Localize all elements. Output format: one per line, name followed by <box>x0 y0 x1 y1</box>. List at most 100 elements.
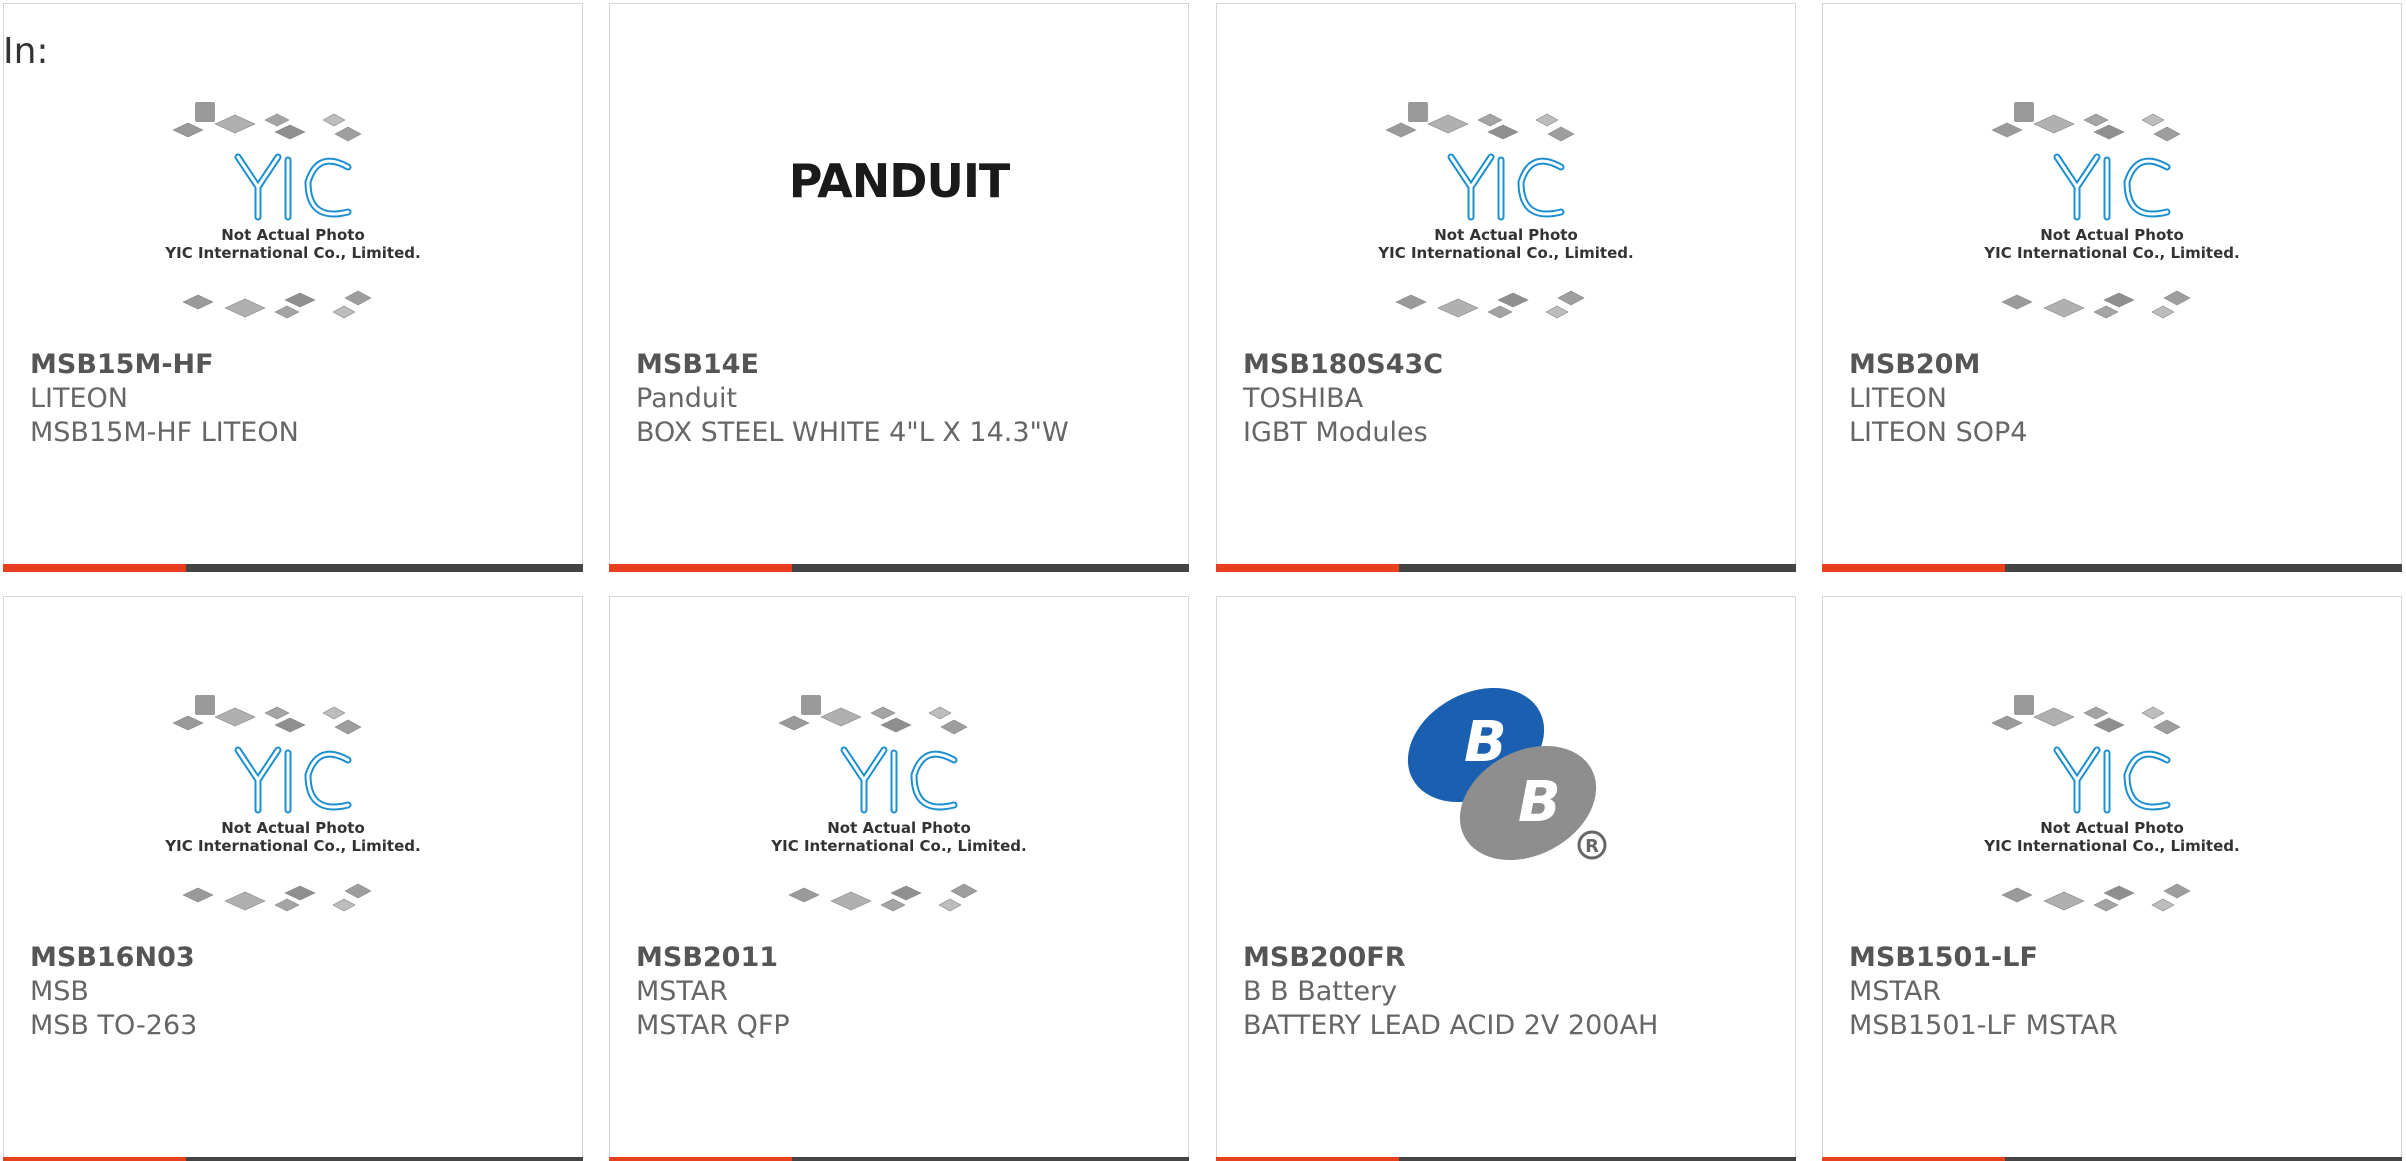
chip-cluster-top <box>172 695 362 735</box>
card-bottom-bar <box>609 564 1189 572</box>
product-image[interactable]: PANDUIT <box>610 62 1188 342</box>
yic-logo-icon <box>840 746 958 814</box>
product-info: MSB16N03 MSB MSB TO-263 <box>30 941 562 1043</box>
part-number-link[interactable]: MSB180S43C <box>1243 348 1775 382</box>
card-bottom-bar <box>609 1157 1189 1161</box>
svg-text:B: B <box>1518 770 1561 835</box>
description: MSTAR QFP <box>636 1010 790 1041</box>
product-info: MSB20M LITEON LITEON SOP4 <box>1849 348 2381 450</box>
description: IGBT Modules <box>1243 417 1428 448</box>
product-card[interactable]: Not Actual Photo YIC International Co., L… <box>1216 3 1796 572</box>
chip-cluster-top <box>1991 102 2181 142</box>
product-card[interactable]: PANDUIT MSB14E Panduit BOX STEEL WHITE 4"L … <box>609 3 1189 572</box>
product-card[interactable]: Not Actual Photo YIC International Co., L… <box>3 3 583 572</box>
description: MSB TO-263 <box>30 1010 198 1041</box>
manufacturer: TOSHIBA <box>1243 383 1364 414</box>
part-number-link[interactable]: MSB200FR <box>1243 941 1775 975</box>
product-card[interactable]: Not Actual Photo YIC International Co., L… <box>609 596 1189 1161</box>
placeholder-caption-2: YIC International Co., Limited. <box>1983 837 2239 855</box>
yic-logo-icon <box>2053 746 2171 814</box>
product-card[interactable]: B B R MSB200FR B B Battery BATTERY LEAD ACID … <box>1216 596 1796 1161</box>
product-info: MSB15M-HF LITEON MSB15M-HF LITEON <box>30 348 562 450</box>
product-image[interactable]: BB R <box>1217 655 1795 935</box>
yic-logo-icon <box>1447 153 1565 221</box>
part-number-link[interactable]: MSB1501-LF <box>1849 941 2381 975</box>
svg-text:R: R <box>1585 836 1599 857</box>
manufacturer: Panduit <box>636 383 738 414</box>
product-image[interactable]: Not Actual Photo YIC International Co., L… <box>1823 655 2401 935</box>
product-card[interactable]: Not Actual Photo YIC International Co., L… <box>1822 596 2402 1161</box>
chip-cluster-bottom <box>182 290 372 319</box>
chip-cluster-top <box>1385 102 1575 142</box>
part-number-link[interactable]: MSB20M <box>1849 348 2381 382</box>
product-image[interactable]: Not Actual Photo YIC International Co., L… <box>1823 62 2401 342</box>
product-info: MSB2011 MSTAR MSTAR QFP <box>636 941 1168 1043</box>
part-number-link[interactable]: MSB15M-HF <box>30 348 562 382</box>
chip-cluster-bottom <box>2001 290 2191 319</box>
product-info: MSB14E Panduit BOX STEEL WHITE 4"L X 14.3"… <box>636 348 1168 450</box>
card-bottom-bar <box>1822 1157 2402 1161</box>
product-image[interactable]: Not Actual Photo YIC International Co., L… <box>1217 62 1795 342</box>
bb-battery-logo-icon: BB R <box>1407 687 1607 861</box>
product-image[interactable]: Not Actual Photo YIC International Co., L… <box>4 62 582 342</box>
placeholder-caption-2: YIC International Co., Limited. <box>164 837 420 855</box>
manufacturer: LITEON <box>30 383 129 414</box>
card-bottom-bar <box>1822 564 2402 572</box>
card-bottom-bar <box>3 1157 583 1161</box>
part-number-link[interactable]: MSB16N03 <box>30 941 562 975</box>
panduit-logo: PANDUIT <box>789 154 1011 208</box>
product-card[interactable]: Not Actual Photo YIC International Co., L… <box>1822 3 2402 572</box>
description: MSB1501-LF MSTAR <box>1849 1010 2118 1041</box>
manufacturer: B B Battery <box>1243 976 1398 1007</box>
placeholder-caption-1: Not Actual Photo <box>221 226 365 244</box>
placeholder-caption-1: Not Actual Photo <box>221 819 365 837</box>
card-accent-stripe <box>1822 564 2005 572</box>
placeholder-caption-1: Not Actual Photo <box>827 819 971 837</box>
yic-logo-icon <box>2053 153 2171 221</box>
chip-cluster-top <box>172 102 362 142</box>
description: LITEON SOP4 <box>1849 417 2028 448</box>
placeholder-caption-2: YIC International Co., Limited. <box>770 837 1026 855</box>
card-accent-stripe <box>1216 1157 1399 1161</box>
placeholder-caption-2: YIC International Co., Limited. <box>1983 244 2239 262</box>
product-image[interactable]: Not Actual Photo YIC International Co., L… <box>610 655 1188 935</box>
product-image[interactable]: Not Actual Photo YIC International Co., L… <box>4 655 582 935</box>
chip-cluster-bottom <box>182 883 372 912</box>
description: BATTERY LEAD ACID 2V 200AH <box>1243 1010 1659 1041</box>
placeholder-caption-1: Not Actual Photo <box>1434 226 1578 244</box>
product-info: MSB180S43C TOSHIBA IGBT Modules <box>1243 348 1775 450</box>
card-bottom-bar <box>1216 564 1796 572</box>
description: BOX STEEL WHITE 4"L X 14.3"W <box>636 417 1069 448</box>
chip-cluster-bottom <box>1395 290 1585 319</box>
part-number-link[interactable]: MSB2011 <box>636 941 1168 975</box>
chip-cluster-bottom <box>788 883 978 912</box>
in-label: In: <box>3 31 49 72</box>
yic-logo-icon <box>234 153 352 221</box>
manufacturer: LITEON <box>1849 383 1948 414</box>
chip-cluster-top <box>1991 695 2181 735</box>
product-card[interactable]: Not Actual Photo YIC International Co., L… <box>3 596 583 1161</box>
chip-cluster-bottom <box>2001 883 2191 912</box>
yic-logo-icon <box>234 746 352 814</box>
card-accent-stripe <box>3 1157 186 1161</box>
card-accent-stripe <box>1216 564 1399 572</box>
chip-cluster-top <box>778 695 968 735</box>
product-info: MSB1501-LF MSTAR MSB1501-LF MSTAR <box>1849 941 2381 1043</box>
placeholder-caption-1: Not Actual Photo <box>2040 819 2184 837</box>
description: MSB15M-HF LITEON <box>30 417 299 448</box>
manufacturer: MSTAR <box>1849 976 1942 1007</box>
product-results-page: Not Actual Photo YIC International Co., L… <box>0 0 2406 1161</box>
placeholder-caption-1: Not Actual Photo <box>2040 226 2184 244</box>
card-accent-stripe <box>1822 1157 2005 1161</box>
card-bottom-bar <box>1216 1157 1796 1161</box>
manufacturer: MSTAR <box>636 976 729 1007</box>
product-info: MSB200FR B B Battery BATTERY LEAD ACID 2V … <box>1243 941 1775 1043</box>
svg-text:B: B <box>1464 710 1507 775</box>
card-accent-stripe <box>3 564 186 572</box>
card-accent-stripe <box>609 1157 792 1161</box>
placeholder-caption-2: YIC International Co., Limited. <box>1377 244 1633 262</box>
placeholder-caption-2: YIC International Co., Limited. <box>164 244 420 262</box>
card-bottom-bar <box>3 564 583 572</box>
card-accent-stripe <box>609 564 792 572</box>
part-number-link[interactable]: MSB14E <box>636 348 1168 382</box>
